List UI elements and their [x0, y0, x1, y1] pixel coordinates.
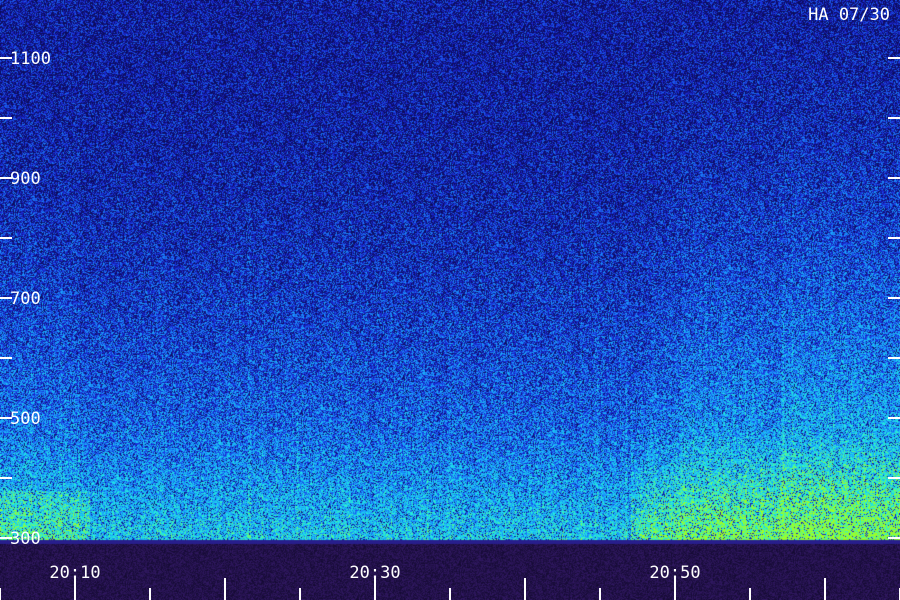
- station-date-label: HA 07/30: [808, 5, 890, 25]
- x-tick-label: 20:50: [649, 563, 700, 583]
- spectrogram-chart: 1100 900 700 500 300 20:10 20:30 20:50 HA 07/30: [0, 0, 900, 600]
- y-tick-label: 900: [10, 169, 41, 189]
- y-tick-label: 1100: [10, 49, 51, 69]
- y-tick-label: 500: [10, 409, 41, 429]
- axes-overlay: 1100 900 700 500 300 20:10 20:30 20:50: [0, 49, 900, 600]
- x-tick-label: 20:30: [349, 563, 400, 583]
- x-tick-label: 20:10: [49, 563, 100, 583]
- y-tick-label: 700: [10, 289, 41, 309]
- y-tick-label: 300: [10, 529, 41, 549]
